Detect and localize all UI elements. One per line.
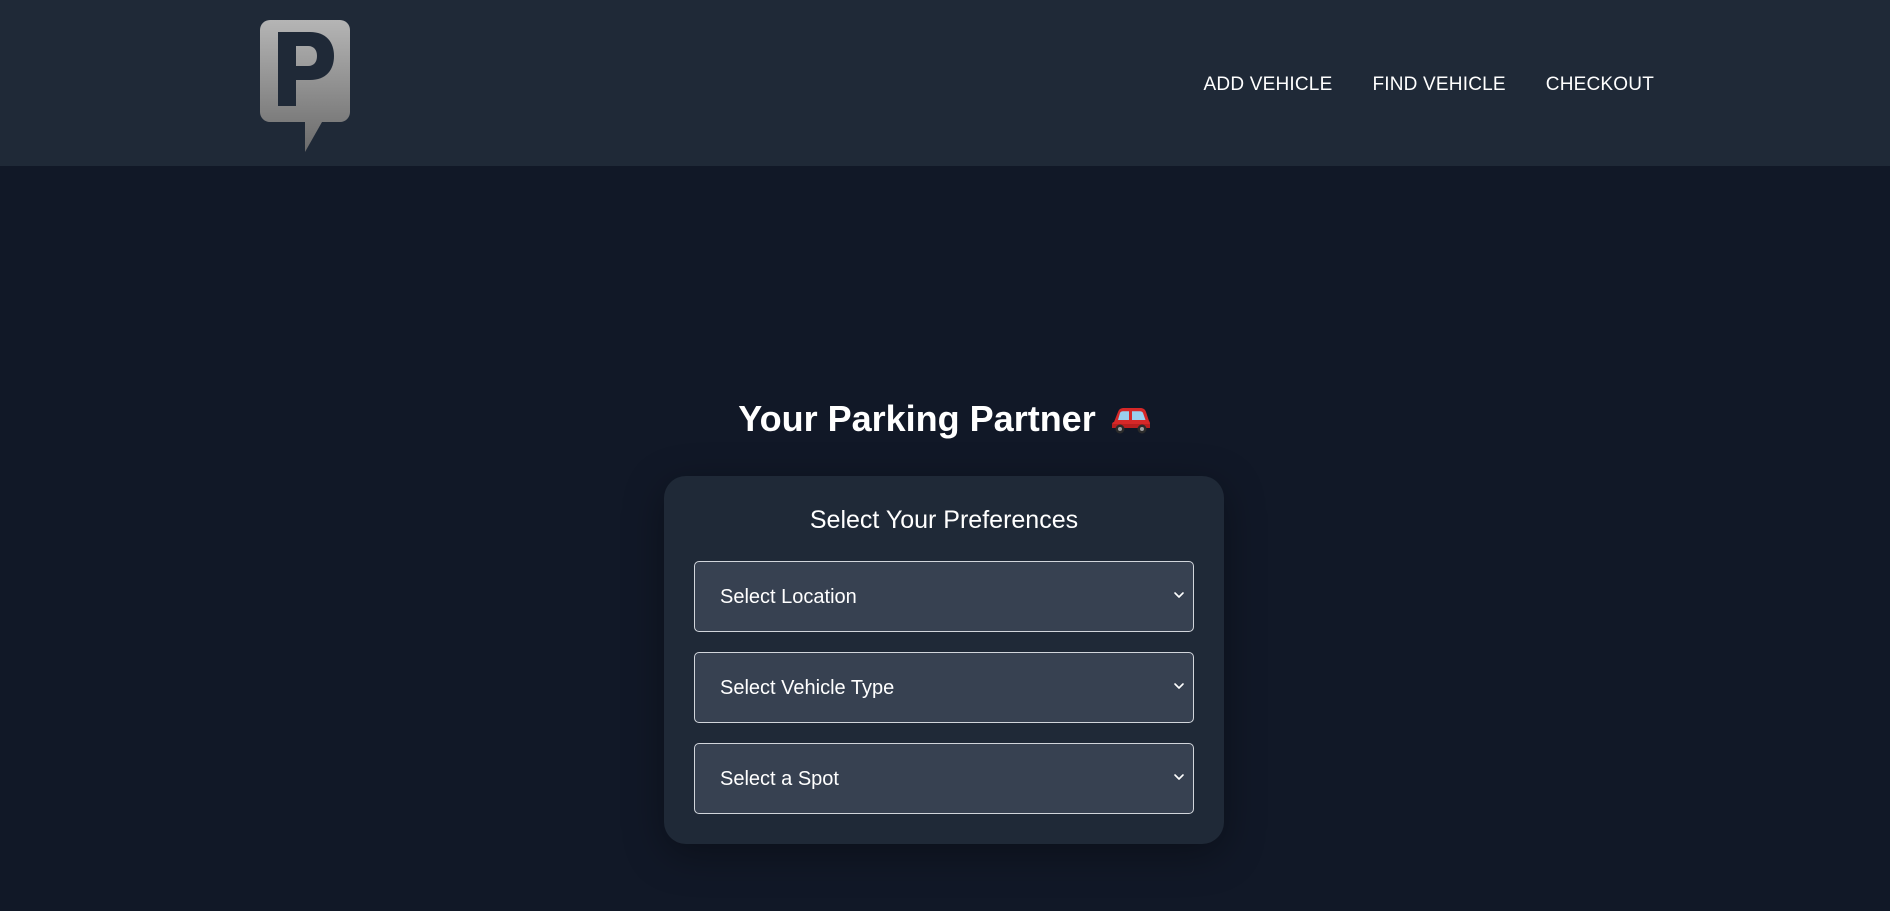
- top-header: ADD VEHICLE FIND VEHICLE CHECKOUT: [0, 0, 1890, 166]
- nav-find-vehicle[interactable]: FIND VEHICLE: [1372, 74, 1505, 96]
- chevron-down-icon: [1174, 592, 1184, 598]
- preferences-card: Select Your Preferences Select Location …: [664, 476, 1224, 844]
- main-nav: ADD VEHICLE FIND VEHICLE CHECKOUT: [1204, 74, 1654, 96]
- spot-select[interactable]: Select a Spot: [694, 743, 1194, 814]
- card-title: Select Your Preferences: [809, 506, 1079, 534]
- page-title-text: Your Parking Partner: [738, 398, 1096, 439]
- page-title: Your Parking Partner: [0, 398, 1890, 440]
- spot-select-value: Select a Spot: [720, 768, 839, 790]
- vehicle-type-select-value: Select Vehicle Type: [720, 677, 895, 699]
- vehicle-type-select[interactable]: Select Vehicle Type: [694, 652, 1194, 723]
- chevron-down-icon: [1174, 774, 1184, 780]
- nav-add-vehicle[interactable]: ADD VEHICLE: [1204, 74, 1333, 96]
- location-select[interactable]: Select Location: [694, 561, 1194, 632]
- location-select-value: Select Location: [720, 586, 857, 608]
- car-icon: [1111, 408, 1150, 434]
- parking-logo-icon[interactable]: [260, 20, 350, 154]
- nav-checkout[interactable]: CHECKOUT: [1546, 74, 1654, 96]
- chevron-down-icon: [1174, 683, 1184, 689]
